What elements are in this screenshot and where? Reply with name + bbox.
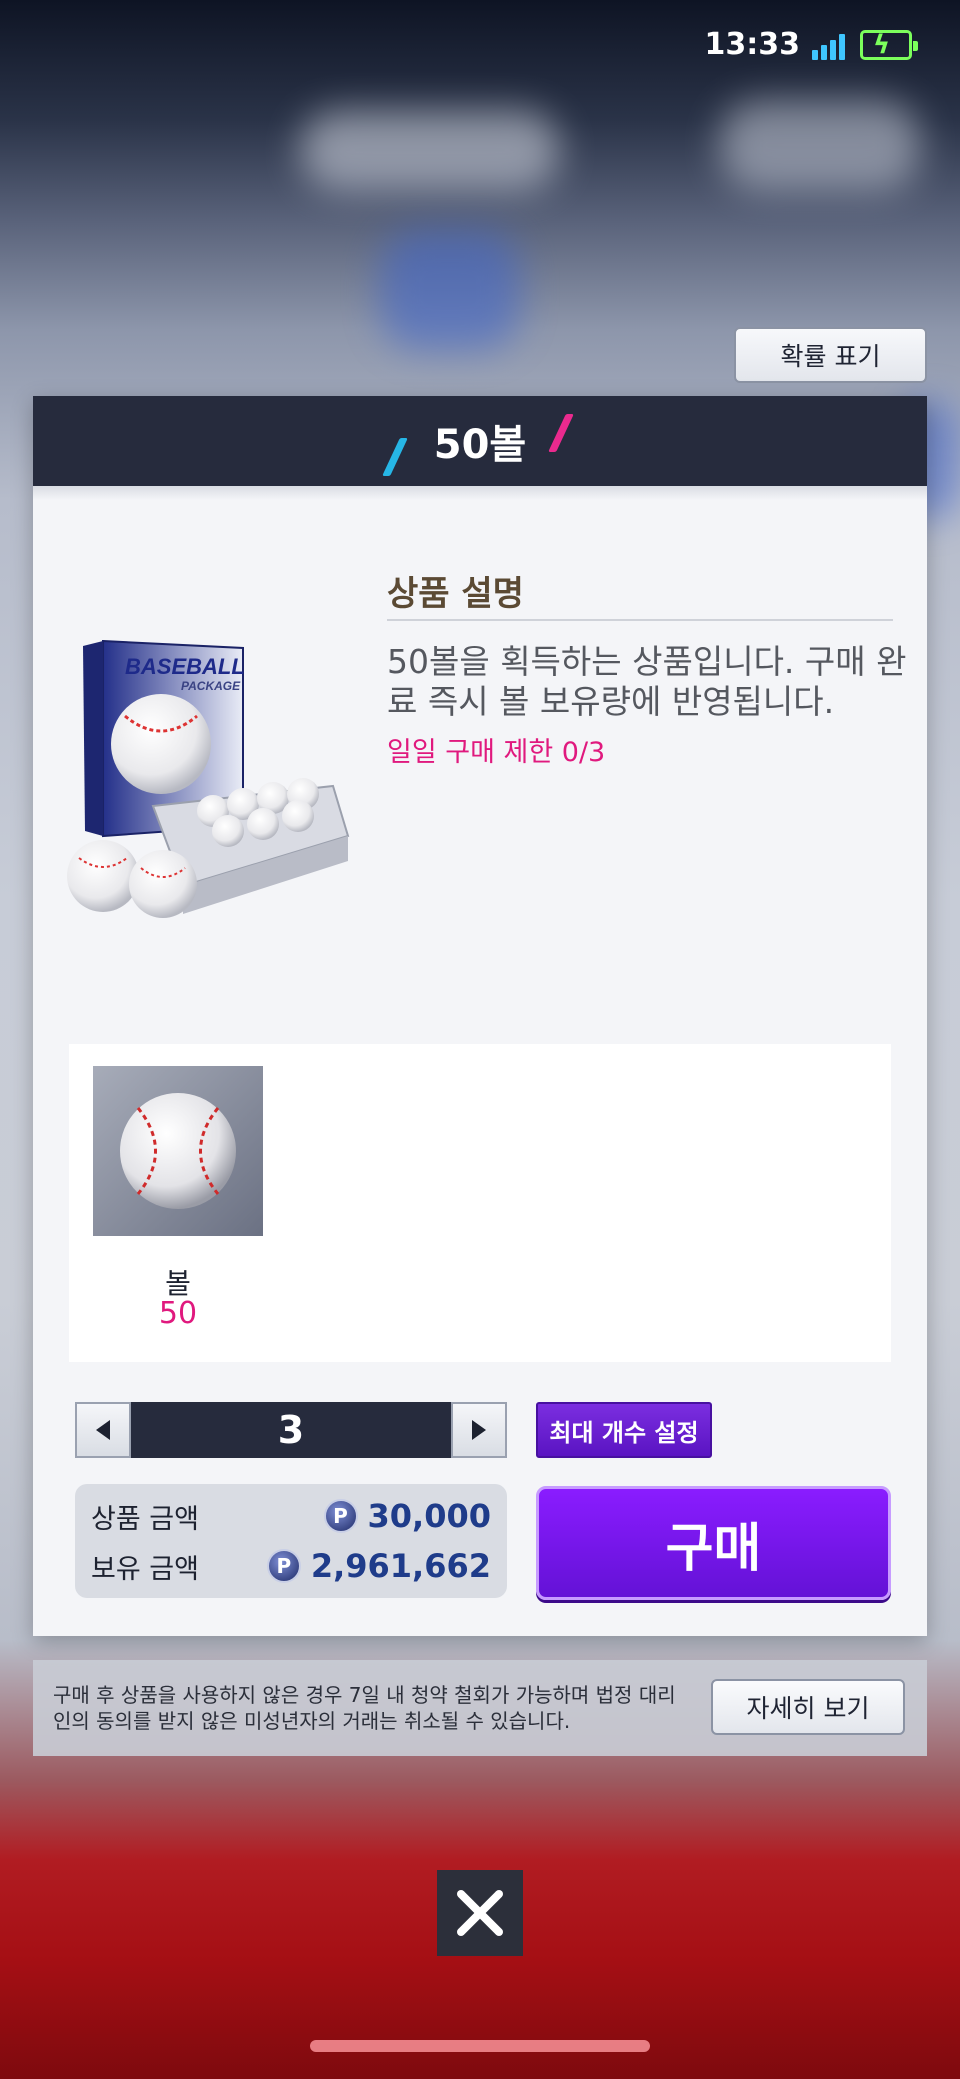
notice-text: 구매 후 상품을 사용하지 않은 경우 7일 내 청약 철회가 가능하며 법정 … — [53, 1683, 676, 1733]
slash-decoration — [382, 438, 408, 476]
close-button[interactable] — [437, 1870, 523, 1956]
package-text: PACKAGE — [181, 679, 241, 693]
probability-button[interactable]: 확률 표기 — [734, 327, 927, 383]
quantity-value: 3 — [131, 1402, 451, 1458]
clock: 13:33 — [704, 27, 801, 62]
package-text: BASEBALL — [125, 654, 245, 679]
home-indicator[interactable] — [310, 2040, 650, 2052]
price-value: 30,000 — [367, 1497, 491, 1535]
owned-value-group: P 2,961,662 — [266, 1547, 491, 1585]
details-button[interactable]: 자세히 보기 — [711, 1679, 905, 1735]
owned-row: 보유 금액 P 2,961,662 — [91, 1546, 491, 1586]
reward-item-tile — [93, 1066, 263, 1236]
description-heading: 상품 설명 — [387, 574, 524, 614]
panel-title: 50볼 — [433, 422, 527, 468]
reward-box: 볼 50 — [69, 1044, 891, 1362]
quantity-stepper: 3 — [75, 1402, 507, 1458]
baseball-icon — [120, 1093, 236, 1209]
battery-icon: ϟ — [860, 30, 918, 60]
buy-button[interactable]: 구매 — [536, 1486, 891, 1600]
owned-label: 보유 금액 — [91, 1553, 199, 1585]
status-bar: 13:33 ϟ — [0, 0, 960, 90]
price-value-group: P 30,000 — [323, 1497, 491, 1535]
description-text: 50볼을 획득하는 상품입니다. 구매 완료 즉시 볼 보유량에 반영됩니다. — [387, 642, 907, 721]
panel-header: 50볼 — [33, 396, 927, 486]
background-blur — [380, 230, 520, 350]
arrow-right-icon — [472, 1420, 486, 1440]
price-summary: 상품 금액 P 30,000 보유 금액 P 2,961,662 — [75, 1484, 507, 1598]
price-label: 상품 금액 — [91, 1503, 199, 1535]
currency-icon: P — [266, 1549, 301, 1583]
reward-quantity: 50 — [158, 1296, 198, 1331]
max-quantity-button[interactable]: 최대 개수 설정 — [536, 1402, 712, 1458]
refund-notice: 구매 후 상품을 사용하지 않은 경우 7일 내 청약 철회가 가능하며 법정 … — [33, 1660, 927, 1756]
increase-button[interactable] — [451, 1402, 507, 1458]
slash-decoration — [548, 414, 574, 452]
daily-limit-text: 일일 구매 제한 0/3 — [387, 737, 606, 768]
price-row: 상품 금액 P 30,000 — [91, 1496, 491, 1536]
purchase-panel: 50볼 BASEBALL PACKAGE 상품 설명 50볼을 획득하는 상품입… — [33, 396, 927, 1636]
arrow-left-icon — [96, 1420, 110, 1440]
background-blur — [300, 110, 560, 190]
decrease-button[interactable] — [75, 1402, 131, 1458]
baseball-package-image: BASEBALL PACKAGE — [67, 639, 350, 918]
owned-value: 2,961,662 — [310, 1547, 491, 1585]
description-divider — [387, 619, 893, 621]
background-blur — [720, 100, 920, 190]
currency-icon: P — [323, 1499, 358, 1533]
signal-icon — [812, 32, 848, 60]
close-icon — [457, 1890, 503, 1936]
header-divider — [33, 486, 927, 500]
